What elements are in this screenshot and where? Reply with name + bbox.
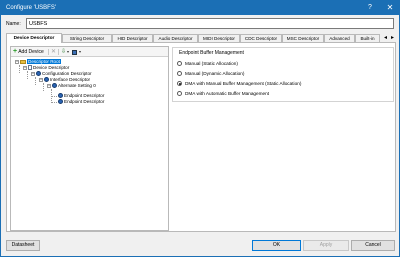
radio-label: Manual (Dynamic Allocation) (185, 71, 245, 76)
radio-label: Manual (Static Allocation) (185, 61, 238, 66)
close-button[interactable]: ✕ (381, 1, 399, 15)
radio-label: DMA with Manual Buffer Management (Stati… (185, 81, 302, 86)
tab-hid-descriptor[interactable]: HID Descriptor (112, 34, 153, 42)
tree-node-label: Endpoint Descriptor (64, 99, 105, 104)
name-label: Name: (6, 21, 21, 27)
radio-checked-icon[interactable] (177, 81, 182, 87)
tab-device-descriptor[interactable]: Device Descriptor (6, 33, 62, 43)
collapse-icon[interactable]: − (39, 77, 43, 82)
tree-node-label: Interface Descriptor (50, 77, 91, 82)
tree-line (43, 83, 44, 91)
title-bar[interactable]: Configure 'USBFS' ? ✕ (1, 1, 399, 15)
tree-line (35, 77, 36, 85)
radio-manual-dynamic[interactable]: Manual (Dynamic Allocation) (177, 70, 244, 77)
endpoint-buffer-group: Endpoint Buffer Management Manual (Stati… (172, 47, 394, 102)
descriptor-icon (58, 99, 63, 105)
datasheet-button[interactable]: Datasheet (6, 240, 40, 251)
descriptor-tree: − Descriptor Root − Device Descriptor − Con… (11, 59, 168, 229)
import-arrow-icon[interactable]: ⇩ (61, 48, 66, 56)
window-title: Configure 'USBFS' (6, 5, 56, 11)
group-title: Endpoint Buffer Management (178, 50, 245, 56)
radio-manual-static[interactable]: Manual (Static Allocation) (177, 60, 238, 67)
tab-content: + Add Device ✕ ⇩ ▾ ▾ − Descriptor Root −… (6, 42, 396, 232)
folder-icon (20, 59, 26, 64)
tab-advanced[interactable]: Advanced (324, 34, 355, 42)
descriptor-tree-panel: + Add Device ✕ ⇩ ▾ ▾ − Descriptor Root −… (10, 46, 169, 231)
tree-node-endpoint-descriptor[interactable]: Endpoint Descriptor (58, 99, 104, 105)
help-button[interactable]: ? (361, 1, 379, 15)
descriptor-icon (36, 71, 41, 77)
tree-line (27, 71, 28, 79)
name-input[interactable] (26, 18, 394, 29)
tree-node-label: Configuration Descriptor (42, 71, 92, 76)
toolbar-separator (58, 49, 59, 55)
save-icon[interactable] (72, 48, 77, 56)
collapse-icon[interactable]: − (31, 71, 35, 76)
tree-node-label: Device Descriptor (33, 65, 70, 70)
tree-node-label: Endpoint Descriptor (64, 93, 105, 98)
radio-icon[interactable] (177, 71, 182, 77)
tab-built-in[interactable]: Built-in (355, 34, 380, 42)
radio-dma-manual[interactable]: DMA with Manual Buffer Management (Stati… (177, 80, 301, 87)
tab-string-descriptor[interactable]: String Descriptor (62, 34, 112, 42)
chevron-down-icon[interactable]: ▾ (79, 48, 81, 56)
tree-node-label: Descriptor Root (27, 59, 61, 64)
cancel-button[interactable]: Cancel (351, 240, 395, 251)
tab-audio-descriptor[interactable]: Audio Descriptor (153, 34, 198, 42)
chevron-down-icon[interactable]: ▾ (67, 48, 69, 56)
descriptor-icon (44, 77, 49, 83)
ok-button[interactable]: OK (252, 240, 301, 251)
tab-scroll-left-icon[interactable]: ◂ (384, 34, 387, 41)
tab-cdc-descriptor[interactable]: CDC Descriptor (240, 34, 282, 42)
tab-msc-descriptor[interactable]: MSC Descriptor (282, 34, 324, 42)
tab-midi-descriptor[interactable]: MIDI Descriptor (198, 34, 240, 42)
descriptor-icon (58, 93, 63, 99)
tree-toolbar: + Add Device ✕ ⇩ ▾ ▾ (11, 47, 168, 57)
collapse-icon[interactable]: − (15, 59, 19, 64)
radio-label: DMA with Automatic Buffer Management (185, 91, 270, 96)
tree-line (19, 65, 20, 73)
collapse-icon[interactable]: − (23, 65, 27, 70)
plus-icon: + (13, 48, 18, 55)
radio-dma-automatic[interactable]: DMA with Automatic Buffer Management (177, 90, 269, 97)
tree-line (51, 102, 57, 103)
radio-icon[interactable] (177, 91, 182, 97)
tree-node-label: Alternate Setting 0 (58, 83, 96, 88)
radio-icon[interactable] (177, 61, 182, 67)
apply-button[interactable]: Apply (303, 240, 349, 251)
add-device-label: Add Device (18, 49, 44, 55)
add-device-button[interactable]: + Add Device (13, 48, 44, 56)
document-icon (28, 65, 32, 71)
toolbar-separator (48, 49, 49, 55)
tab-strip: Device Descriptor String Descriptor HID … (6, 33, 398, 43)
properties-panel: Endpoint Buffer Management Manual (Stati… (169, 46, 394, 231)
configure-dialog: Configure 'USBFS' ? ✕ Name: Device Descr… (0, 0, 400, 257)
delete-icon[interactable]: ✕ (51, 48, 56, 56)
descriptor-icon (52, 83, 57, 89)
tree-node-alternate-setting[interactable]: − Alternate Setting 0 (47, 83, 96, 89)
collapse-icon[interactable]: − (47, 83, 51, 88)
tab-scroll-right-icon[interactable]: ▸ (391, 34, 394, 41)
tree-line (51, 96, 57, 97)
